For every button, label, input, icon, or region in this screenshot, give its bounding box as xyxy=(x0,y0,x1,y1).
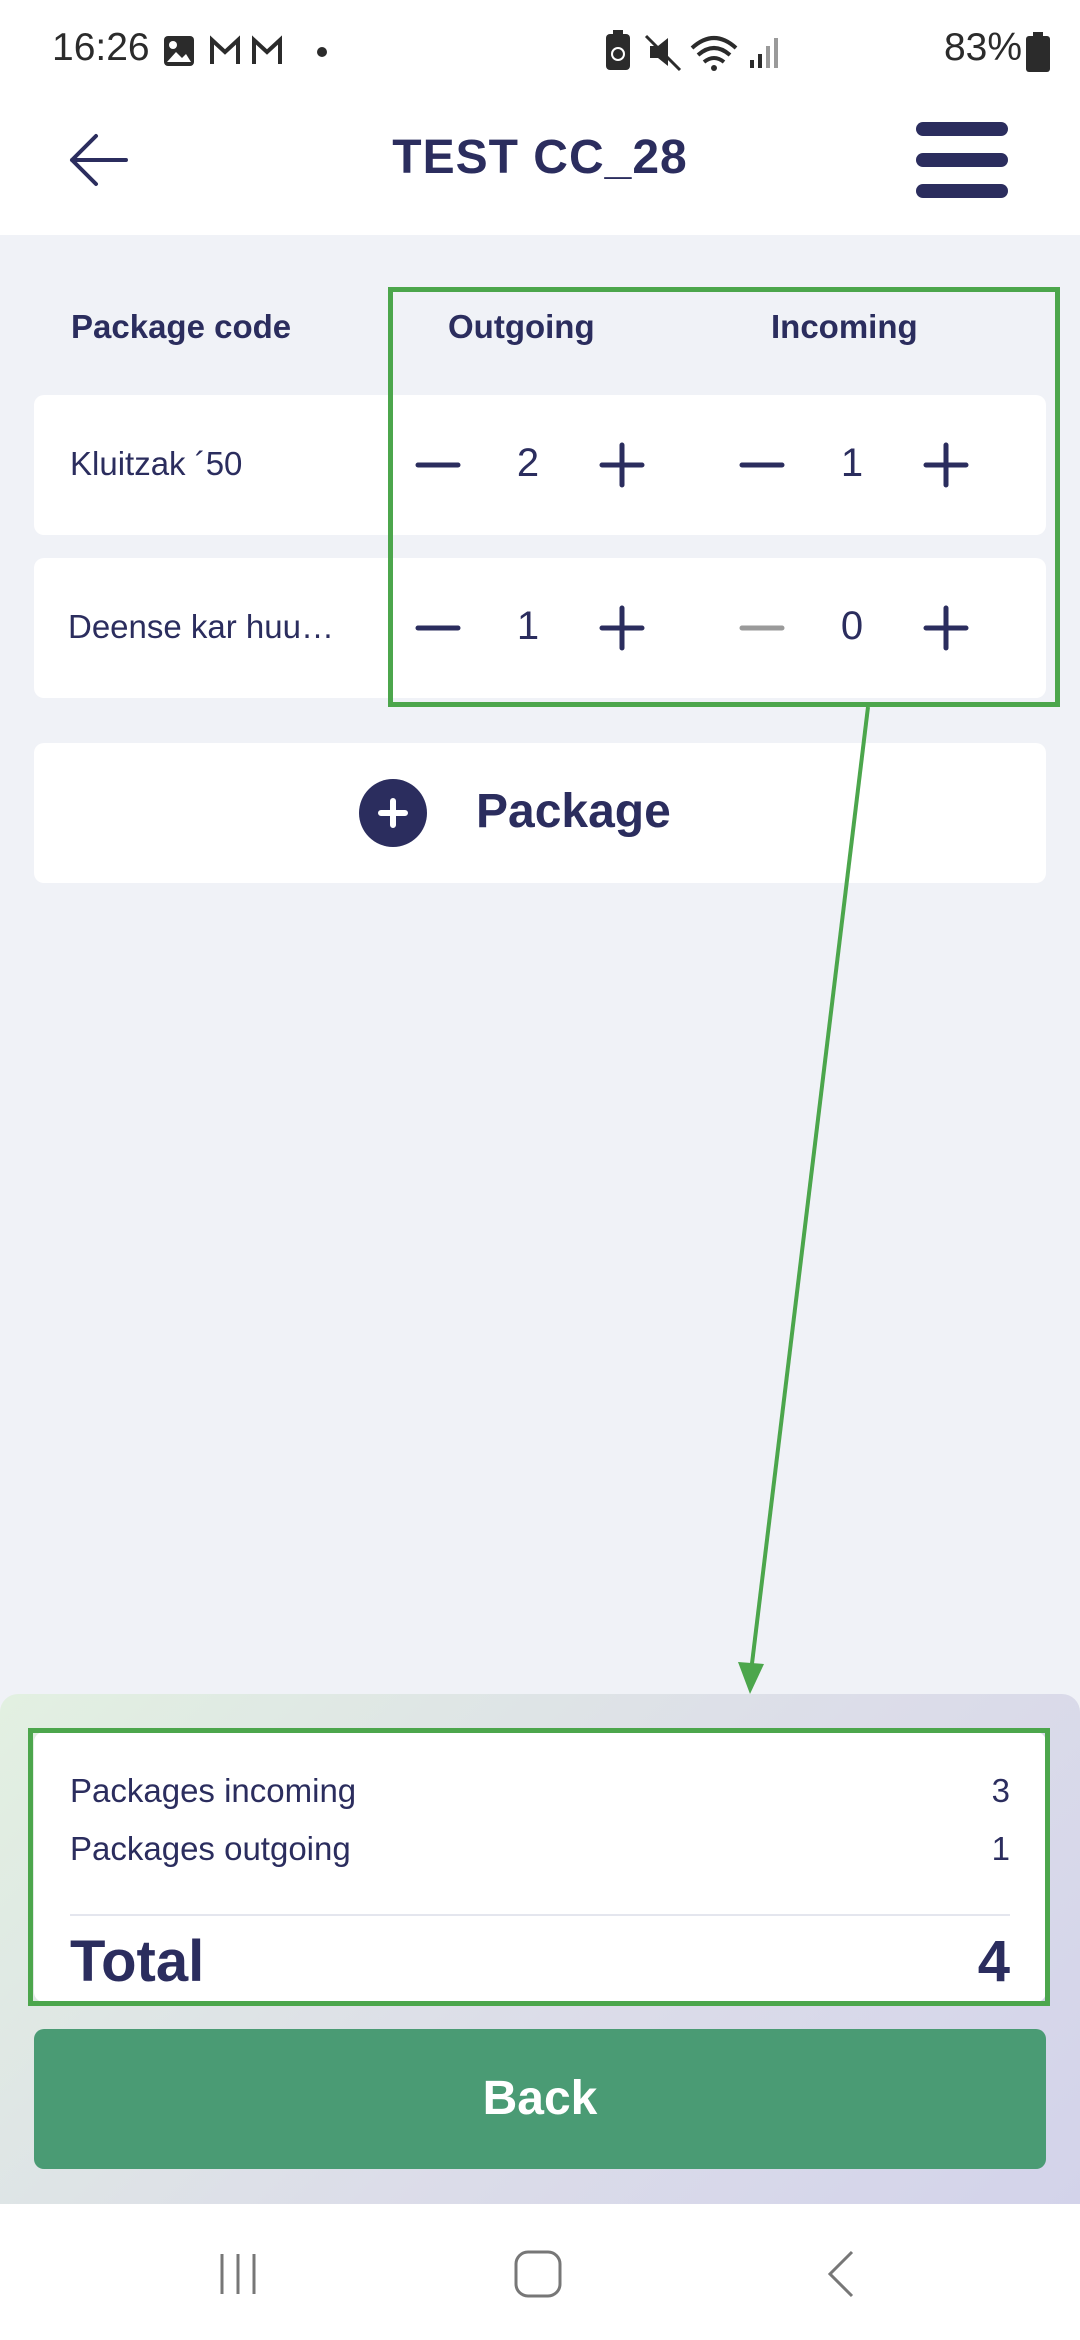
back-button[interactable]: Back xyxy=(34,2029,1046,2169)
annotation-highlight-box xyxy=(28,1728,1050,2006)
recent-apps-icon[interactable] xyxy=(208,2244,268,2304)
plus-circle-icon xyxy=(359,779,427,847)
notification-icons xyxy=(164,35,327,66)
package-code-label: Kluitzak ´50 xyxy=(70,445,243,482)
image-icon xyxy=(164,36,194,66)
status-time: 16:26 xyxy=(52,26,150,69)
package-code-label: Deense kar huu… xyxy=(68,608,334,645)
battery-saver-icon xyxy=(606,30,630,70)
back-nav-icon[interactable] xyxy=(812,2244,872,2304)
dot-icon xyxy=(317,47,327,57)
home-icon[interactable] xyxy=(508,2244,568,2304)
gmail-icon xyxy=(210,35,240,64)
status-bar: 16:26 83% xyxy=(0,0,1080,100)
signal-icon xyxy=(750,38,778,68)
annotation-highlight-box xyxy=(388,287,1060,707)
mute-icon xyxy=(644,34,682,72)
status-icons xyxy=(606,30,778,72)
system-nav-bar xyxy=(0,2204,1080,2340)
app-header: TEST CC_28 xyxy=(0,100,1080,235)
wifi-icon xyxy=(690,36,738,71)
battery-percent: 83% xyxy=(943,26,1022,69)
add-package-label: Package xyxy=(476,785,671,838)
gmail-icon xyxy=(252,35,282,64)
hamburger-menu-icon[interactable] xyxy=(916,122,1008,198)
battery-icon xyxy=(1026,32,1050,72)
add-package-button[interactable]: Package xyxy=(34,743,1046,883)
column-header-package-code: Package code xyxy=(71,308,292,345)
